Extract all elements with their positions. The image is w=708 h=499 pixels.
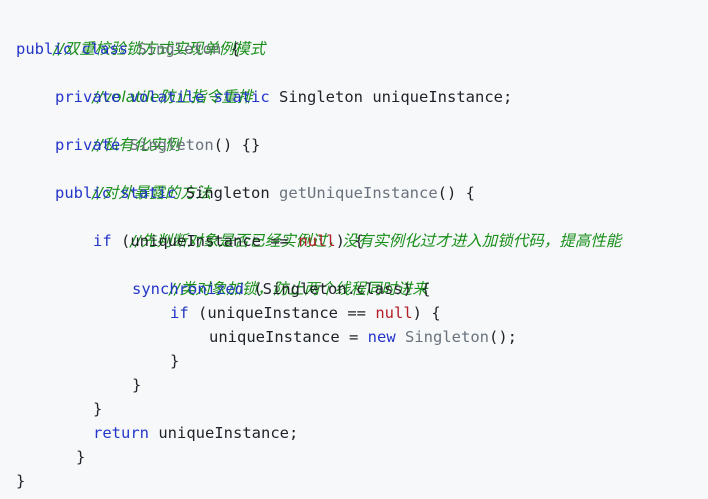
code-line: } [76, 445, 85, 469]
code-text: (Singleton.class) { [253, 280, 431, 298]
method-name: getUniqueInstance [279, 184, 438, 202]
code-block: //双重校验锁方式实现单例模式 public class Singleton {… [0, 0, 708, 499]
keyword: class [81, 40, 129, 58]
keyword: public [16, 40, 72, 58]
code-text: () { [437, 184, 475, 202]
null-literal: null [375, 304, 413, 322]
code-text: uniqueInstance = [209, 328, 359, 346]
null-literal: null [298, 232, 336, 250]
code-line: } [132, 373, 141, 397]
keyword: new [367, 328, 396, 346]
code-line: if (uniqueInstance == null) { [170, 301, 441, 325]
code-text: (); [489, 328, 517, 346]
keyword: private [55, 88, 121, 106]
code-text: Singleton uniqueInstance; [279, 88, 513, 106]
punctuation: { [230, 40, 241, 58]
keyword: static [213, 88, 270, 106]
code-line: } [16, 469, 25, 493]
keyword: private [55, 136, 121, 154]
code-line: //类对象加锁，防止两个线程同时进来 [132, 253, 427, 298]
keyword: volatile [129, 88, 205, 106]
code-line: synchronized (Singleton.class) { [132, 277, 431, 301]
code-line: } [170, 349, 179, 373]
code-line: return uniqueInstance; [93, 421, 298, 445]
code-text: ) { [335, 232, 364, 250]
keyword: if [93, 232, 112, 250]
code-line: //私有化实例 [55, 109, 180, 154]
code-text: () {} [213, 136, 261, 154]
closing-brace: } [170, 352, 180, 370]
keyword: synchronized [132, 280, 244, 298]
keyword: static [120, 184, 177, 202]
code-text: (uniqueInstance == [198, 304, 366, 322]
code-line: //双重校验锁方式实现单例模式 [16, 13, 265, 58]
code-line: //volatile防止指令重排 [55, 61, 252, 106]
code-line: uniqueInstance = new Singleton(); [209, 325, 517, 349]
code-line: public static Singleton getUniqueInstanc… [55, 181, 475, 205]
code-text: (uniqueInstance == [121, 232, 289, 250]
closing-brace: } [93, 400, 103, 418]
code-line: //先判断对象是否已经实例过，没有实例化过才进入加锁代码，提高性能 [93, 205, 621, 250]
keyword: if [170, 304, 189, 322]
keyword: return [93, 424, 149, 442]
class-name: Singleton [405, 328, 489, 346]
code-line: //对外暴露的方法 [55, 157, 211, 202]
class-name: Singleton [129, 136, 214, 154]
closing-brace: } [76, 448, 86, 466]
class-name: Singleton [137, 40, 222, 58]
closing-brace: } [16, 472, 26, 490]
code-line: private volatile static Singleton unique… [55, 85, 512, 109]
keyword: public [55, 184, 111, 202]
code-text: ) { [412, 304, 441, 322]
code-line: public class Singleton { [16, 37, 240, 61]
code-line: if (uniqueInstance == null) { [93, 229, 364, 253]
closing-brace: } [132, 376, 142, 394]
code-line: private Singleton() {} [55, 133, 260, 157]
code-text: uniqueInstance; [158, 424, 299, 442]
code-line: } [93, 397, 102, 421]
return-type: Singleton [185, 184, 270, 202]
